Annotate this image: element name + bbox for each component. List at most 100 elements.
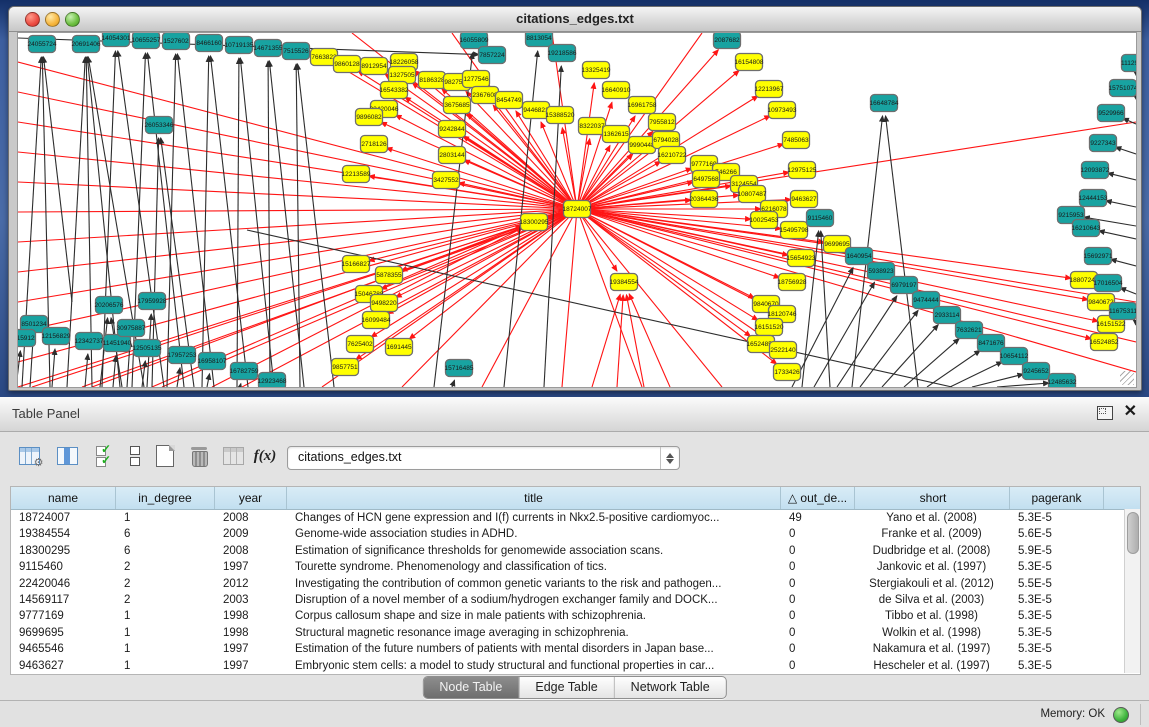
edge[interactable]: [860, 310, 918, 387]
cell[interactable]: 1: [116, 658, 215, 674]
graph-node-selected[interactable]: 19384554: [610, 274, 639, 291]
edge[interactable]: [927, 350, 980, 387]
graph-node[interactable]: 24055724: [28, 36, 57, 53]
graph-node-selected[interactable]: 9463627: [791, 191, 818, 208]
cell[interactable]: 5.3E-5: [1010, 658, 1104, 674]
cell[interactable]: 2: [116, 576, 215, 592]
cell[interactable]: 5.3E-5: [1010, 625, 1104, 641]
graph-node-selected[interactable]: 16640910: [602, 82, 631, 99]
cell[interactable]: Jankovic et al. (1997): [855, 559, 1010, 575]
graph-node[interactable]: 16648784: [870, 95, 899, 112]
graph-node[interactable]: 19218586: [548, 45, 577, 62]
cell[interactable]: Dudbridge et al. (2008): [855, 543, 1010, 559]
cell[interactable]: 2: [116, 559, 215, 575]
graph-node[interactable]: 16782759: [230, 363, 259, 380]
graph-node[interactable]: 1640954: [846, 248, 873, 265]
graph-node-selected[interactable]: 15166827: [342, 256, 371, 273]
selected-edge[interactable]: [577, 209, 772, 343]
graph-node-selected[interactable]: 16151520: [755, 319, 784, 336]
graph-node[interactable]: 3315912: [18, 330, 36, 347]
graph-node-selected[interactable]: 16961758: [628, 97, 657, 114]
graph-node[interactable]: 1527602: [163, 33, 190, 50]
cell[interactable]: Structural magnetic resonance image aver…: [287, 625, 781, 641]
graph-node[interactable]: 7515526: [283, 43, 310, 60]
edge[interactable]: [100, 318, 108, 387]
cell[interactable]: 0: [781, 559, 855, 575]
cell[interactable]: 6: [116, 543, 215, 559]
dropdown-stepper-icon[interactable]: [660, 447, 679, 469]
column-header-name[interactable]: name: [11, 487, 116, 509]
cell[interactable]: Investigating the contribution of common…: [287, 576, 781, 592]
graph-node[interactable]: 12505135: [133, 340, 162, 357]
selected-edge[interactable]: [562, 209, 577, 387]
graph-node-selected[interactable]: 8322037: [579, 118, 606, 135]
graph-node[interactable]: 10719135: [225, 37, 254, 54]
cell[interactable]: 0: [781, 608, 855, 624]
cell[interactable]: 1997: [215, 641, 287, 657]
graph-node-selected[interactable]: 9857751: [332, 359, 359, 376]
graph-node-selected[interactable]: 1362615: [603, 126, 630, 143]
graph-node[interactable]: 9115460: [807, 210, 834, 227]
cell[interactable]: 0: [781, 658, 855, 674]
graph-node[interactable]: 11129604: [1121, 55, 1136, 72]
selected-edge[interactable]: [577, 209, 758, 320]
column-header-out_de[interactable]: △ out_de...: [781, 487, 855, 509]
edge[interactable]: [210, 56, 248, 387]
edge[interactable]: [1108, 173, 1136, 180]
selected-edge[interactable]: [577, 209, 642, 387]
selected-edge[interactable]: [212, 228, 522, 387]
graph-node[interactable]: 12485632: [1048, 374, 1077, 388]
graph-node-selected[interactable]: 8454749: [496, 92, 523, 109]
cell[interactable]: 5.6E-5: [1010, 526, 1104, 542]
cell[interactable]: 9777169: [11, 608, 116, 624]
tab-edge-table[interactable]: Edge Table: [519, 677, 614, 698]
graph-node-selected[interactable]: 8186328: [419, 72, 446, 89]
edge[interactable]: [997, 383, 1049, 387]
graph-node[interactable]: 9227343: [1090, 135, 1117, 152]
cell[interactable]: 0: [781, 543, 855, 559]
graph-node[interactable]: 17016504: [1094, 275, 1123, 292]
network-canvas[interactable]: 1872400776638229860128891295418226058132…: [17, 32, 1137, 388]
cell[interactable]: 2: [116, 592, 215, 608]
cell[interactable]: 5.3E-5: [1010, 592, 1104, 608]
graph-node-selected[interactable]: 20364436: [690, 191, 719, 208]
cell[interactable]: 5.3E-5: [1010, 608, 1104, 624]
graph-node[interactable]: 14671355: [254, 40, 283, 57]
cell[interactable]: Embryonic stem cells: a model to study s…: [287, 658, 781, 674]
column-header-in_degree[interactable]: in_degree: [116, 487, 215, 509]
graph-node[interactable]: 12093872: [1081, 162, 1110, 179]
graph-node[interactable]: 8471676: [978, 335, 1005, 352]
edge[interactable]: [202, 56, 209, 387]
graph-node-selected[interactable]: 9990448: [629, 137, 656, 154]
graph-node-selected[interactable]: 9860128: [334, 56, 361, 73]
table-row[interactable]: 977716911998Corpus callosum shape and si…: [11, 608, 1140, 624]
cell[interactable]: 9699695: [11, 625, 116, 641]
scrollbar-thumb[interactable]: [1127, 512, 1139, 554]
cell[interactable]: 0: [781, 526, 855, 542]
cell[interactable]: 2008: [215, 510, 287, 526]
column-header-pagerank[interactable]: pagerank: [1010, 487, 1104, 509]
graph-node-selected[interactable]: 6497568: [693, 171, 720, 188]
graph-node-selected[interactable]: 16099484: [362, 312, 391, 329]
graph-node-selected[interactable]: 1733426: [774, 364, 801, 381]
cell[interactable]: 2008: [215, 543, 287, 559]
cell[interactable]: Disruption of a novel member of a sodium…: [287, 592, 781, 608]
edge[interactable]: [18, 351, 20, 387]
cell[interactable]: 1998: [215, 608, 287, 624]
cell[interactable]: Estimation of the future numbers of pati…: [287, 641, 781, 657]
cell[interactable]: 5.3E-5: [1010, 510, 1104, 526]
edge[interactable]: [1115, 147, 1136, 154]
graph-node[interactable]: 11675311: [1109, 303, 1136, 320]
table-scrollbar[interactable]: [1124, 509, 1140, 673]
graph-node-selected[interactable]: 3675685: [444, 97, 471, 114]
edge[interactable]: [44, 57, 72, 302]
cell[interactable]: 6: [116, 526, 215, 542]
selected-edge[interactable]: [577, 209, 617, 271]
table-mode-button[interactable]: ⚙: [14, 441, 44, 471]
network-window-titlebar[interactable]: citations_edges.txt: [9, 7, 1141, 32]
graph-node-selected[interactable]: 12213589: [342, 166, 371, 183]
cell[interactable]: Nakamura et al. (1997): [855, 641, 1010, 657]
cell[interactable]: 2012: [215, 576, 287, 592]
cell[interactable]: 19384554: [11, 526, 116, 542]
tab-node-table[interactable]: Node Table: [423, 677, 519, 698]
